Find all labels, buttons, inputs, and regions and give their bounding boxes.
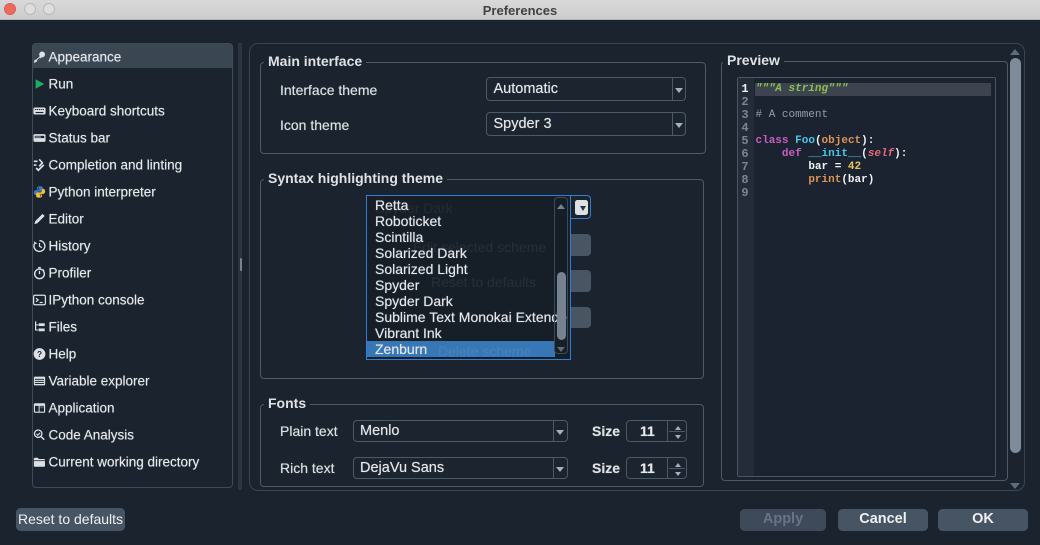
svg-text:?: ? xyxy=(37,350,42,359)
